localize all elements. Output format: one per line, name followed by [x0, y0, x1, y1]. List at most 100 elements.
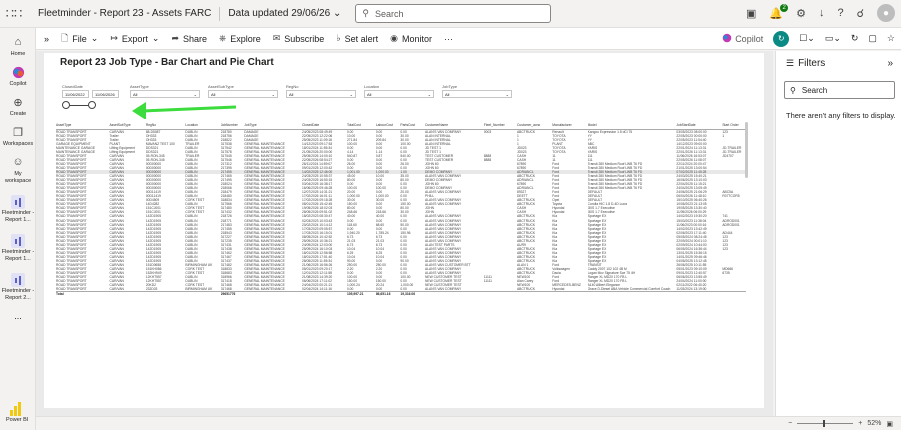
regno-slicer[interactable]: RegNo All ⌄: [286, 84, 356, 98]
powerbi-label: Power BI: [6, 417, 29, 423]
comment-icon[interactable]: ▢: [868, 33, 877, 44]
view-icon[interactable]: ▭⌄: [825, 33, 841, 44]
nav-workspace-report-1[interactable]: Fleetminder - Report 1...: [0, 195, 36, 224]
data-updated-label: Data updated 29/06/26: [228, 8, 331, 19]
filters-title: Filters: [798, 58, 826, 69]
regno-dropdown[interactable]: All ⌄: [286, 90, 356, 98]
bookmark-icon[interactable]: ☐⌄: [799, 33, 815, 44]
regno-value: All: [289, 91, 294, 97]
explore-icon: ⎈: [219, 33, 227, 43]
zoom-slider[interactable]: [797, 420, 854, 427]
reset-icon[interactable]: ↻: [851, 33, 859, 44]
table-body: ROAD TRANSPORT CAR/VAN 88-D5087 DUBLIN 21878…: [56, 129, 746, 297]
share-feedback-icon[interactable]: ☌: [857, 7, 864, 20]
left-navigation: ⌂ Home Copilot ⊕ Create ❐ Workspaces ☺ M…: [0, 28, 36, 430]
date-from-input[interactable]: 11/06/2022: [62, 90, 89, 98]
subscribe-button[interactable]: ✉ Subscribe: [273, 33, 325, 44]
column-header[interactable]: Start Order: [722, 122, 746, 130]
location-dropdown[interactable]: All ⌄: [364, 90, 434, 98]
column-header[interactable]: Customer_acno: [516, 122, 553, 130]
chevron-down-icon: ⌄: [505, 91, 509, 97]
expand-nav-icon[interactable]: »: [44, 34, 49, 44]
explore-button[interactable]: ⎈ Explore: [219, 33, 261, 44]
nav-workspaces[interactable]: ❐ Workspaces: [0, 124, 36, 148]
more-options-button[interactable]: ···: [444, 34, 453, 44]
job-type-value: All: [445, 91, 450, 97]
more-icon: ...: [14, 311, 22, 321]
report-page: Report 23 Job Type - Bar Chart and Pie C…: [44, 53, 764, 408]
total-cell: [109, 291, 146, 297]
subscribe-icon: ✉: [272, 33, 281, 43]
column-header[interactable]: LabourCost: [375, 122, 401, 130]
notifications-icon[interactable]: 🔔 2: [769, 3, 789, 20]
share-button[interactable]: ➦ Share: [171, 33, 207, 44]
file-menu-label: File: [72, 33, 87, 44]
date-range-slider[interactable]: [62, 101, 96, 109]
column-header[interactable]: Manufacturer: [552, 122, 588, 130]
column-header[interactable]: AssetSubType: [109, 122, 146, 130]
chevron-down-icon: ⌄: [427, 91, 431, 97]
favorite-icon[interactable]: ☆: [887, 33, 895, 44]
file-icon: 🗋: [61, 32, 69, 43]
total-cell: [302, 291, 347, 297]
download-icon[interactable]: ↓: [819, 7, 825, 19]
nav-my-workspace[interactable]: ☺ My workspace: [0, 154, 36, 185]
nav-workspace-report-2[interactable]: Fleetminder - Report 1...: [0, 234, 36, 263]
nav-more[interactable]: ...: [0, 311, 36, 321]
zoom-in-button[interactable]: +: [858, 420, 862, 427]
total-cell: [587, 291, 677, 297]
nav-workspace-report-3[interactable]: Fleetminder - Report 2...: [0, 273, 36, 302]
location-slicer[interactable]: Location All ⌄: [364, 84, 434, 98]
zoom-slider-thumb[interactable]: [823, 420, 826, 427]
nav-workspace-report-1-label: Fleetminder - Report 1...: [1, 210, 35, 223]
column-header[interactable]: RegNo: [145, 122, 186, 130]
table-scrollbar[interactable]: [745, 122, 748, 178]
column-header[interactable]: JobNumber: [220, 122, 245, 130]
fit-to-page-icon[interactable]: ▣: [886, 420, 893, 428]
export-menu[interactable]: ↦ Export ⌄: [110, 33, 159, 44]
nav-home[interactable]: ⌂ Home: [0, 34, 36, 58]
column-header[interactable]: AssetType: [56, 122, 110, 130]
column-header[interactable]: Fleet_Number: [483, 122, 517, 130]
job-type-dropdown[interactable]: All ⌄: [442, 90, 512, 98]
monitor-icon: ◉: [390, 33, 398, 43]
help-icon[interactable]: ?: [837, 7, 843, 19]
refresh-visual-icon[interactable]: ↻: [773, 30, 790, 47]
nav-copilot[interactable]: Copilot: [0, 64, 36, 88]
set-alert-button[interactable]: ♭ Set alert: [336, 33, 378, 44]
report-canvas: Report 23 Job Type - Bar Chart and Pie C…: [36, 51, 773, 416]
column-header[interactable]: PartsCost: [400, 122, 425, 130]
monitor-button[interactable]: ◉ Monitor: [390, 33, 432, 44]
app-launcher-icon[interactable]: ∷∷: [0, 0, 28, 28]
column-header[interactable]: CustomerName: [425, 122, 484, 130]
powerbi-switcher[interactable]: Power BI: [6, 402, 28, 424]
zoom-out-button[interactable]: −: [788, 420, 792, 427]
closed-date-slicer[interactable]: ClosedDate 11/06/2022 11/06/2026: [62, 84, 119, 98]
avatar[interactable]: ●: [877, 4, 895, 22]
panel-toggle-icon[interactable]: ▣: [746, 7, 756, 20]
nav-my-workspace-label: My workspace: [4, 171, 32, 184]
filters-search-input[interactable]: ⚲ Search: [784, 81, 895, 99]
global-search-input[interactable]: ⚲ Search: [355, 4, 552, 23]
file-menu[interactable]: 🗋 File ⌄: [61, 31, 98, 47]
column-header[interactable]: JobType: [244, 122, 303, 130]
filters-pane: ☰ Filters » ⚲ Search There aren't any filt…: [775, 51, 901, 416]
column-header[interactable]: TotalCost: [346, 122, 376, 130]
nav-create[interactable]: ⊕ Create: [0, 94, 36, 118]
status-bar: − + 52% ▣: [36, 416, 901, 430]
column-header[interactable]: Location: [185, 122, 221, 130]
date-to-input[interactable]: 11/06/2026: [92, 90, 119, 98]
range-end-handle[interactable]: [88, 101, 96, 109]
column-header[interactable]: JobStartDate: [676, 122, 723, 130]
job-type-slicer[interactable]: JobType All ⌄: [442, 84, 512, 98]
range-start-handle[interactable]: [62, 101, 70, 109]
jobs-table[interactable]: AssetType AssetSubType RegNo Location JobNum…: [56, 122, 746, 404]
collapse-filters-icon[interactable]: »: [887, 58, 893, 69]
table-header-row: AssetType AssetSubType RegNo Location JobNum…: [56, 122, 746, 130]
data-updated-dropdown[interactable]: Data updated 29/06/26 ⌄: [228, 8, 341, 19]
column-header[interactable]: Model: [587, 122, 677, 130]
settings-icon[interactable]: ⚙: [796, 7, 806, 20]
export-icon: ↦: [110, 33, 118, 43]
column-header[interactable]: ClosedDate: [302, 122, 347, 130]
copilot-button[interactable]: Copilot: [722, 33, 763, 45]
